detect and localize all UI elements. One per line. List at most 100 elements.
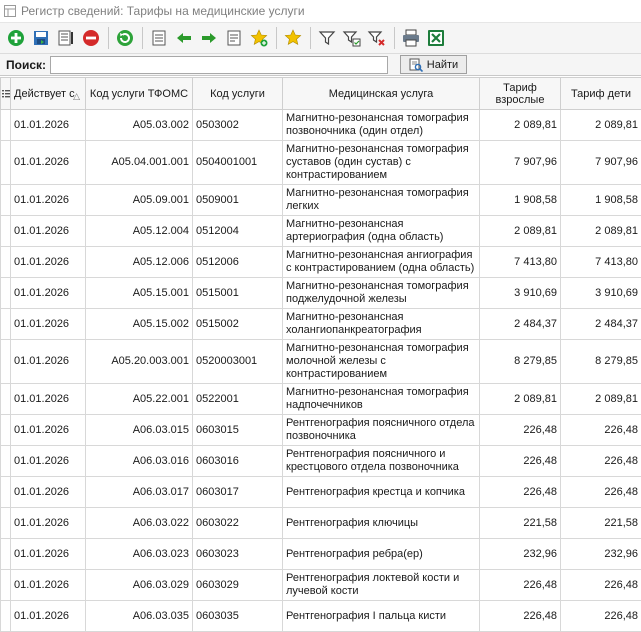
cell-service-code[interactable]: 0515001 xyxy=(192,277,283,309)
report-button[interactable] xyxy=(54,26,78,50)
filter-edit-button[interactable] xyxy=(340,26,364,50)
table-row[interactable]: 01.01.2026 A05.15.001 0515001 Магнитно-резо… xyxy=(0,277,641,309)
cell-service-code[interactable]: 0603029 xyxy=(192,569,283,601)
cell-service-code[interactable]: 0512006 xyxy=(192,246,283,278)
list-back-button[interactable] xyxy=(147,26,171,50)
cell-tariff-adult[interactable]: 2 089,81 xyxy=(479,215,561,247)
table-row[interactable]: 01.01.2026 A05.15.002 0515002 Магнитно-резо… xyxy=(0,308,641,340)
cell-service-name[interactable]: Магнитно-резонансная томография суставов… xyxy=(282,140,480,185)
row-marker-cell[interactable] xyxy=(0,339,11,384)
row-marker-cell[interactable] xyxy=(0,538,11,570)
cell-service-name[interactable]: Рентгенография I пальца кисти xyxy=(282,600,480,632)
cell-tariff-child[interactable]: 226,48 xyxy=(560,569,641,601)
cell-tariff-child[interactable]: 2 089,81 xyxy=(560,215,641,247)
cell-tariff-adult[interactable]: 2 089,81 xyxy=(479,383,561,415)
cell-tariff-adult[interactable]: 7 413,80 xyxy=(479,246,561,278)
cell-tfoms-code[interactable]: A06.03.015 xyxy=(85,414,193,446)
row-marker-cell[interactable] xyxy=(0,507,11,539)
cell-date[interactable]: 01.01.2026 xyxy=(10,109,86,141)
cell-tariff-child[interactable]: 8 279,85 xyxy=(560,339,641,384)
cell-tfoms-code[interactable]: A06.03.017 xyxy=(85,476,193,508)
cell-service-code[interactable]: 0603022 xyxy=(192,507,283,539)
table-row[interactable]: 01.01.2026 A06.03.015 0603015 Рентгенографи… xyxy=(0,414,641,446)
cell-tariff-adult[interactable]: 226,48 xyxy=(479,414,561,446)
column-header-code[interactable]: Код услуги xyxy=(192,77,283,110)
cell-date[interactable]: 01.01.2026 xyxy=(10,184,86,216)
cell-date[interactable]: 01.01.2026 xyxy=(10,140,86,185)
delete-button[interactable] xyxy=(79,26,103,50)
cell-date[interactable]: 01.01.2026 xyxy=(10,215,86,247)
favorites-button[interactable] xyxy=(281,26,305,50)
cell-tariff-child[interactable]: 7 907,96 xyxy=(560,140,641,185)
cell-service-code[interactable]: 0509001 xyxy=(192,184,283,216)
table-row[interactable]: 01.01.2026 A06.03.016 0603016 Рентгенографи… xyxy=(0,445,641,477)
cell-date[interactable]: 01.01.2026 xyxy=(10,445,86,477)
row-marker-cell[interactable] xyxy=(0,277,11,309)
cell-tariff-child[interactable]: 1 908,58 xyxy=(560,184,641,216)
cell-service-code[interactable]: 0603017 xyxy=(192,476,283,508)
find-button[interactable]: Найти xyxy=(400,55,467,74)
cell-tariff-adult[interactable]: 1 908,58 xyxy=(479,184,561,216)
export-excel-button[interactable] xyxy=(424,26,448,50)
cell-service-code[interactable]: 0520003001 xyxy=(192,339,283,384)
column-header-date[interactable]: Действует с △ xyxy=(10,77,86,110)
row-marker-cell[interactable] xyxy=(0,246,11,278)
cell-tariff-child[interactable]: 221,58 xyxy=(560,507,641,539)
cell-tariff-adult[interactable]: 7 907,96 xyxy=(479,140,561,185)
row-marker-cell[interactable] xyxy=(0,476,11,508)
cell-date[interactable]: 01.01.2026 xyxy=(10,339,86,384)
filter-button[interactable] xyxy=(315,26,339,50)
table-row[interactable]: 01.01.2026 A05.20.003.001 0520003001 Магнит… xyxy=(0,339,641,384)
column-header-adult[interactable]: Тариф взрослые xyxy=(479,77,561,110)
cell-service-name[interactable]: Рентгенография крестца и копчика xyxy=(282,476,480,508)
cell-tariff-child[interactable]: 226,48 xyxy=(560,600,641,632)
cell-service-code[interactable]: 0515002 xyxy=(192,308,283,340)
cell-tfoms-code[interactable]: A05.12.006 xyxy=(85,246,193,278)
column-header-child[interactable]: Тариф дети xyxy=(560,77,641,110)
column-settings-header[interactable] xyxy=(0,77,11,110)
row-marker-cell[interactable] xyxy=(0,445,11,477)
table-row[interactable]: 01.01.2026 A05.04.001.001 0504001001 Магнит… xyxy=(0,140,641,185)
cell-service-code[interactable]: 0512004 xyxy=(192,215,283,247)
cell-tariff-child[interactable]: 2 484,37 xyxy=(560,308,641,340)
cell-tariff-adult[interactable]: 226,48 xyxy=(479,476,561,508)
cell-tfoms-code[interactable]: A05.15.001 xyxy=(85,277,193,309)
save-button[interactable] xyxy=(29,26,53,50)
cell-tfoms-code[interactable]: A05.03.002 xyxy=(85,109,193,141)
cell-service-name[interactable]: Магнитно-резонансная томография надпочеч… xyxy=(282,383,480,415)
cell-date[interactable]: 01.01.2026 xyxy=(10,414,86,446)
cell-service-name[interactable]: Магнитно-резонансная томография легких xyxy=(282,184,480,216)
row-marker-cell[interactable] xyxy=(0,569,11,601)
table-row[interactable]: 01.01.2026 A06.03.023 0603023 Рентгенографи… xyxy=(0,538,641,570)
row-marker-cell[interactable] xyxy=(0,414,11,446)
move-left-button[interactable] xyxy=(172,26,196,50)
add-button[interactable] xyxy=(4,26,28,50)
cell-service-code[interactable]: 0504001001 xyxy=(192,140,283,185)
cell-date[interactable]: 01.01.2026 xyxy=(10,246,86,278)
cell-date[interactable]: 01.01.2026 xyxy=(10,507,86,539)
row-marker-cell[interactable] xyxy=(0,308,11,340)
cell-tfoms-code[interactable]: A06.03.022 xyxy=(85,507,193,539)
cell-date[interactable]: 01.01.2026 xyxy=(10,383,86,415)
row-marker-cell[interactable] xyxy=(0,600,11,632)
add-favorite-button[interactable] xyxy=(247,26,271,50)
table-row[interactable]: 01.01.2026 A05.03.002 0503002 Магнитно-резо… xyxy=(0,109,641,141)
cell-service-code[interactable]: 0603035 xyxy=(192,600,283,632)
filter-clear-button[interactable] xyxy=(365,26,389,50)
cell-date[interactable]: 01.01.2026 xyxy=(10,538,86,570)
cell-tfoms-code[interactable]: A05.22.001 xyxy=(85,383,193,415)
cell-tfoms-code[interactable]: A05.12.004 xyxy=(85,215,193,247)
cell-service-code[interactable]: 0603016 xyxy=(192,445,283,477)
refresh-button[interactable] xyxy=(113,26,137,50)
cell-tariff-child[interactable]: 226,48 xyxy=(560,414,641,446)
table-row[interactable]: 01.01.2026 A06.03.017 0603017 Рентгенографи… xyxy=(0,476,641,508)
row-marker-cell[interactable] xyxy=(0,140,11,185)
cell-service-code[interactable]: 0603015 xyxy=(192,414,283,446)
cell-tariff-adult[interactable]: 2 484,37 xyxy=(479,308,561,340)
cell-service-code[interactable]: 0522001 xyxy=(192,383,283,415)
cell-date[interactable]: 01.01.2026 xyxy=(10,569,86,601)
cell-service-name[interactable]: Рентгенография ребра(ер) xyxy=(282,538,480,570)
cell-date[interactable]: 01.01.2026 xyxy=(10,600,86,632)
cell-tariff-adult[interactable]: 221,58 xyxy=(479,507,561,539)
cell-date[interactable]: 01.01.2026 xyxy=(10,277,86,309)
